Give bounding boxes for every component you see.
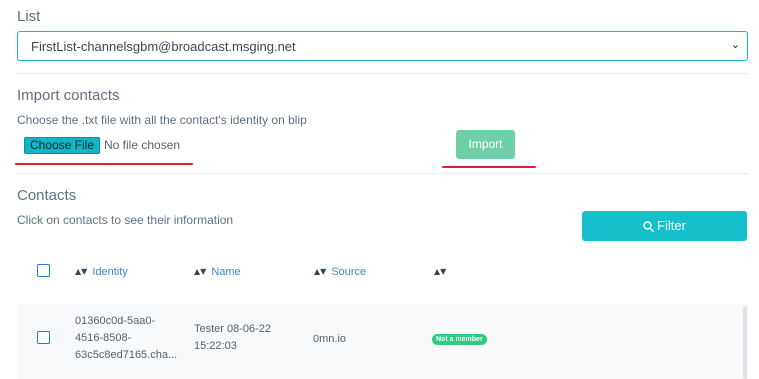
row-checkbox[interactable] <box>37 331 50 344</box>
sort-icon: ▲▼ <box>194 267 207 276</box>
import-hint: Choose the .txt file with all the contac… <box>17 113 307 127</box>
sort-icon: ▲▼ <box>314 267 327 276</box>
scrollbar[interactable] <box>743 306 747 379</box>
choose-file-button[interactable]: Choose File <box>24 137 100 154</box>
source-cell: 0mn.io <box>313 333 347 345</box>
column-header-identity[interactable]: ▲▼ Identity <box>75 266 128 278</box>
column-header-status[interactable]: ▲▼ <box>434 266 451 278</box>
status-badge: Not a member <box>432 334 487 345</box>
contacts-hint: Click on contacts to see their informati… <box>17 213 234 227</box>
select-all-checkbox[interactable] <box>37 264 50 277</box>
divider <box>17 173 748 174</box>
red-underline-annotation <box>15 163 193 165</box>
filter-button-label: Filter <box>657 218 686 233</box>
identity-cell: 01360c0d-5aa0- 4516-8508- 63c5c8ed7165.c… <box>75 315 178 361</box>
list-select-value: FirstList-channelsgbm@broadcast.msging.n… <box>31 39 296 54</box>
sort-icon: ▲▼ <box>434 267 447 276</box>
search-icon <box>643 221 654 232</box>
chevron-down-icon: ⌄ <box>730 38 740 51</box>
import-button[interactable]: Import <box>456 130 515 159</box>
column-header-name[interactable]: ▲▼ Name <box>194 266 241 278</box>
sort-icon: ▲▼ <box>75 267 88 276</box>
file-status-text: No file chosen <box>104 138 181 152</box>
import-section-title: Import contacts <box>17 87 120 104</box>
name-cell: Tester 08-06-22 15:22:03 <box>194 323 272 352</box>
divider <box>17 73 748 74</box>
column-header-source[interactable]: ▲▼ Source <box>314 266 366 278</box>
list-select[interactable]: FirstList-channelsgbm@broadcast.msging.n… <box>17 31 748 61</box>
list-section-title: List <box>17 8 41 25</box>
filter-button[interactable]: Filter <box>582 211 747 241</box>
red-underline-annotation <box>442 166 536 168</box>
contacts-section-title: Contacts <box>17 187 77 204</box>
